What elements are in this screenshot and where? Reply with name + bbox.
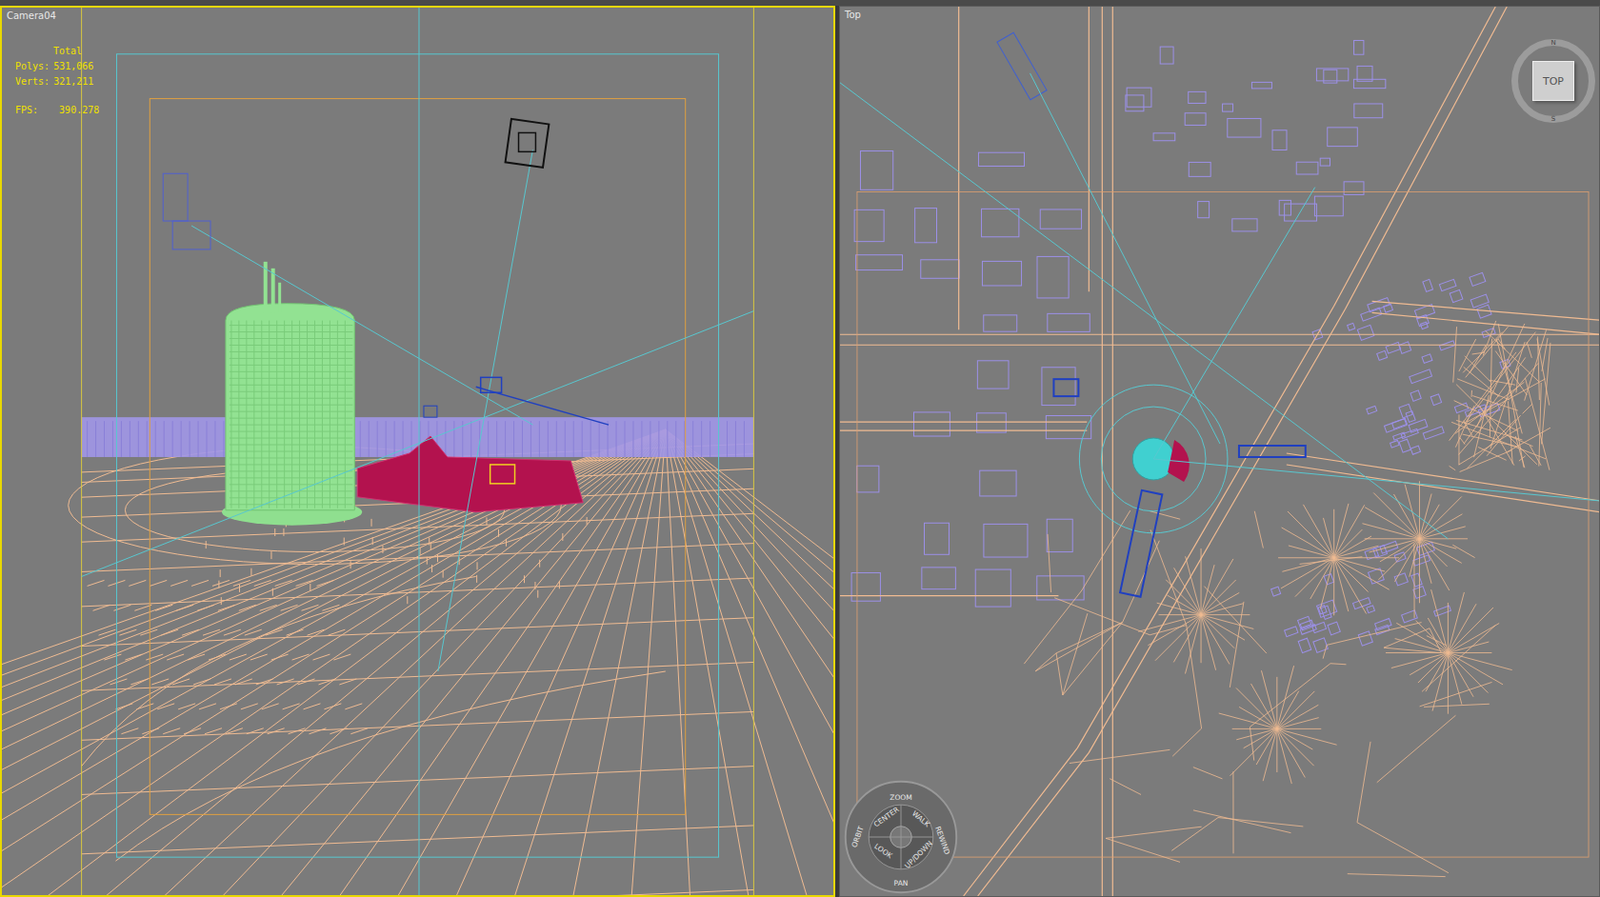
wheel-button[interactable]: PAN bbox=[894, 879, 909, 888]
viewport-area: Camera04 TotalPolys:531,066Verts:321,211 F… bbox=[0, 5, 1600, 897]
wheel-button[interactable]: ZOOM bbox=[889, 793, 912, 802]
compass-south: S bbox=[1551, 115, 1556, 123]
purple-buildings bbox=[851, 40, 1511, 653]
wheel-button[interactable]: LOOK bbox=[872, 841, 895, 861]
fps-row: FPS:390.278 bbox=[15, 102, 100, 119]
stats-heading: Total bbox=[15, 43, 100, 60]
scene-stats: TotalPolys:531,066Verts:321,211 FPS:390.2… bbox=[15, 43, 100, 119]
wheel-button[interactable]: CENTER bbox=[872, 805, 901, 830]
viewcube[interactable]: N TOP S bbox=[1511, 39, 1596, 123]
max-screen: Camera04 TotalPolys:531,066Verts:321,211 F… bbox=[0, 0, 1600, 897]
compass-north: N bbox=[1550, 39, 1556, 47]
camera-objects[interactable] bbox=[162, 119, 549, 418]
viewport-label[interactable]: Top bbox=[844, 9, 861, 20]
plaza bbox=[840, 32, 1600, 598]
top-viewport[interactable]: Top N TOP S ZOOM ORBIT CENTER WALKREWIND LOOK UP/… bbox=[839, 5, 1600, 897]
stats-row: Verts:321,211 bbox=[15, 74, 100, 90]
top-scene[interactable] bbox=[840, 6, 1600, 897]
steering-wheel[interactable]: ZOOM ORBIT CENTER WALKREWIND LOOK UP/DOWN PAN bbox=[841, 778, 960, 897]
wheel-button[interactable]: UP/DOWN bbox=[902, 839, 935, 871]
stats-row: Polys:531,066 bbox=[15, 59, 100, 75]
wheel-button[interactable]: REWIND bbox=[933, 825, 952, 857]
camera-viewport[interactable]: Camera04 TotalPolys:531,066Verts:321,211 F… bbox=[0, 5, 836, 897]
red-building bbox=[357, 436, 583, 513]
camera-scene[interactable] bbox=[1, 7, 834, 896]
viewcube-face[interactable]: TOP bbox=[1532, 60, 1575, 101]
green-tower bbox=[221, 261, 362, 526]
terrain-mesh bbox=[1023, 320, 1551, 878]
viewport-label[interactable]: Camera04 bbox=[6, 10, 57, 21]
ground-wireframe bbox=[1, 429, 834, 896]
roads bbox=[840, 6, 1600, 897]
wheel-button[interactable]: WALK bbox=[910, 809, 933, 830]
wheel-button[interactable]: ORBIT bbox=[849, 824, 865, 849]
frames bbox=[81, 7, 755, 896]
